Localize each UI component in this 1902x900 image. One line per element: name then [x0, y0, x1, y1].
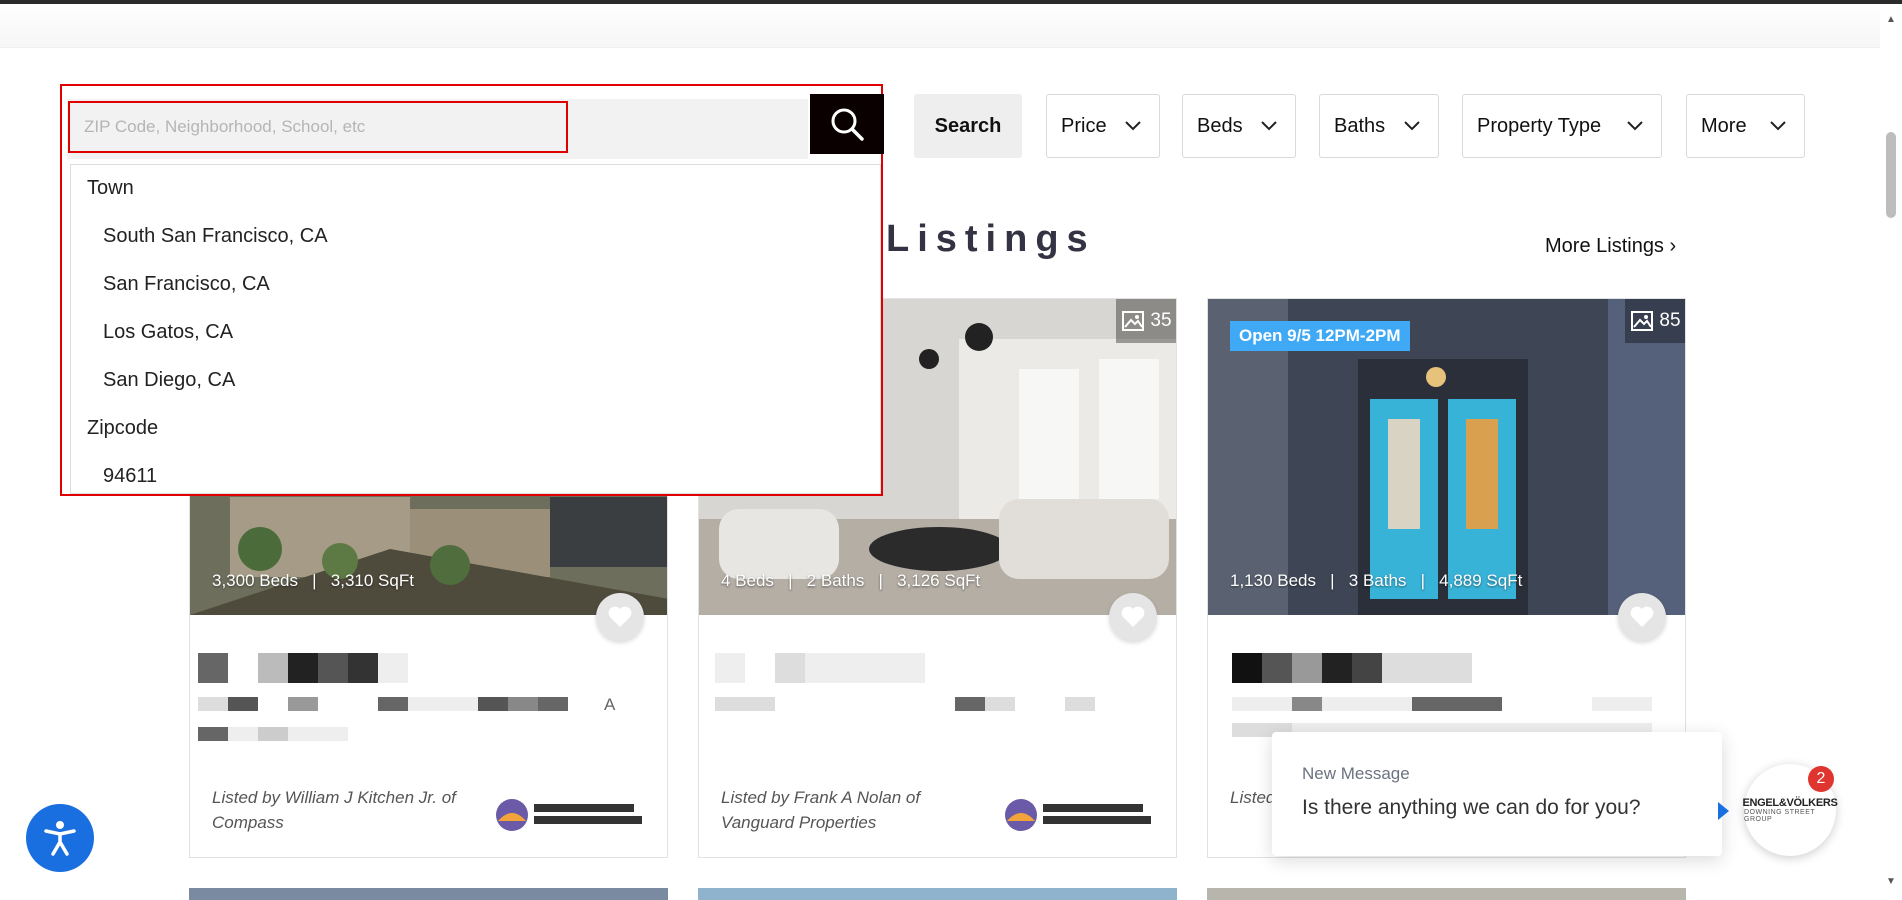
accessibility-button[interactable]	[26, 804, 94, 872]
scroll-down-icon[interactable]: ▼	[1886, 876, 1896, 887]
favorite-button[interactable]	[1618, 593, 1666, 641]
scroll-thumb[interactable]	[1886, 132, 1896, 218]
brand-logo-line2: DOWNING STREET GROUP	[1744, 809, 1816, 823]
suggestion-group-heading: Zipcode	[87, 417, 159, 439]
search-icon-button[interactable]	[810, 94, 884, 154]
beds-filter[interactable]: Beds	[1182, 94, 1296, 158]
photo-count-value: 35	[1150, 310, 1172, 331]
page-header	[0, 4, 1880, 48]
baths-filter-label: Baths	[1334, 114, 1386, 137]
property-type-filter-label: Property Type	[1477, 114, 1602, 137]
open-house-badge: Open 9/5 12PM-2PM	[1230, 321, 1410, 351]
listing-card-5-top	[698, 888, 1177, 900]
image-icon	[1631, 311, 1654, 331]
search-input[interactable]	[68, 101, 568, 153]
chat-popup[interactable]: New Message Is there anything we can do …	[1272, 732, 1722, 856]
favorite-button[interactable]	[1109, 593, 1157, 641]
price-filter[interactable]: Price	[1046, 94, 1160, 158]
chevron-down-icon	[1261, 121, 1277, 131]
chat-message: Is there anything we can do for you?	[1302, 796, 1641, 819]
listing-stats: 1,130 Beds | 3 Baths | 4,889 SqFt	[1230, 571, 1523, 590]
suggestion-item[interactable]: Los Gatos, CA	[103, 321, 233, 344]
blurred-address	[198, 653, 408, 683]
baths-filter[interactable]: Baths	[1319, 94, 1439, 158]
blurred-address-line	[198, 697, 598, 711]
more-listings-link[interactable]: More Listings ›	[1545, 235, 1676, 258]
listing-stats: 3,300 Beds | 3,310 SqFt	[212, 571, 414, 590]
card-partial-letter: A	[604, 695, 616, 714]
chevron-down-icon	[1125, 121, 1141, 131]
blurred-address-line	[198, 727, 348, 741]
notification-badge: 2	[1808, 766, 1834, 792]
heart-icon	[1630, 606, 1654, 627]
listing-stats: 4 Beds | 2 Baths | 3,126 SqFt	[721, 571, 981, 590]
chat-label: New Message	[1302, 764, 1410, 783]
blurred-address-line	[1232, 697, 1652, 711]
accessibility-icon	[44, 821, 76, 856]
listed-by-text: Listed by William J Kitchen Jr. of Compa…	[212, 788, 456, 832]
search-suggestions: Town South San Francisco, CA San Francis…	[70, 164, 881, 494]
brand-logo-line1: ENGEL&VÖLKERS	[1742, 797, 1838, 809]
beds-filter-label: Beds	[1197, 114, 1243, 137]
listing-photo[interactable]: Open 9/5 12PM-2PM 85 1,130 Beds | 3 Bath…	[1208, 299, 1685, 615]
chat-arrow-icon	[1718, 802, 1729, 820]
suggestion-item[interactable]: 94611	[103, 465, 157, 488]
property-type-filter[interactable]: Property Type	[1462, 94, 1662, 158]
photo-count[interactable]: 35	[1116, 299, 1176, 343]
heart-icon	[1121, 606, 1145, 627]
listing-card-6-top	[1207, 888, 1686, 900]
heart-icon	[608, 606, 632, 627]
suggestion-item[interactable]: San Francisco, CA	[103, 273, 270, 296]
more-filter[interactable]: More	[1686, 94, 1805, 158]
suggestion-group-heading: Town	[87, 177, 134, 199]
suggestion-item[interactable]: South San Francisco, CA	[103, 225, 328, 248]
photo-count[interactable]: 85	[1625, 299, 1685, 343]
photo-count-value: 85	[1659, 310, 1681, 331]
more-listings-label: More Listings	[1545, 235, 1664, 257]
chevron-right-icon: ›	[1669, 235, 1677, 257]
image-icon	[1122, 311, 1145, 331]
search-panel: Town South San Francisco, CA San Francis…	[60, 84, 884, 496]
chevron-down-icon	[1404, 121, 1420, 131]
listed-by-text: Listed by Frank A Nolan of Vanguard Prop…	[721, 788, 921, 832]
sfar-logo	[1005, 799, 1151, 831]
blurred-address-line	[715, 697, 1095, 711]
favorite-button[interactable]	[596, 593, 644, 641]
sfar-logo	[496, 799, 642, 831]
more-filter-label: More	[1701, 114, 1747, 137]
blurred-address	[1232, 653, 1472, 683]
chevron-down-icon	[1770, 121, 1786, 131]
listing-card-4-top	[189, 888, 668, 900]
scroll-up-icon[interactable]: ▲	[1886, 14, 1896, 25]
search-icon	[831, 108, 864, 141]
price-filter-label: Price	[1061, 114, 1107, 137]
chevron-down-icon	[1627, 121, 1643, 131]
search-button[interactable]: Search	[914, 94, 1022, 158]
blurred-address	[715, 653, 925, 683]
section-title: Listings	[886, 218, 1096, 260]
suggestion-item[interactable]: San Diego, CA	[103, 369, 235, 392]
scrollbar[interactable]: ▲ ▼	[1880, 4, 1902, 897]
